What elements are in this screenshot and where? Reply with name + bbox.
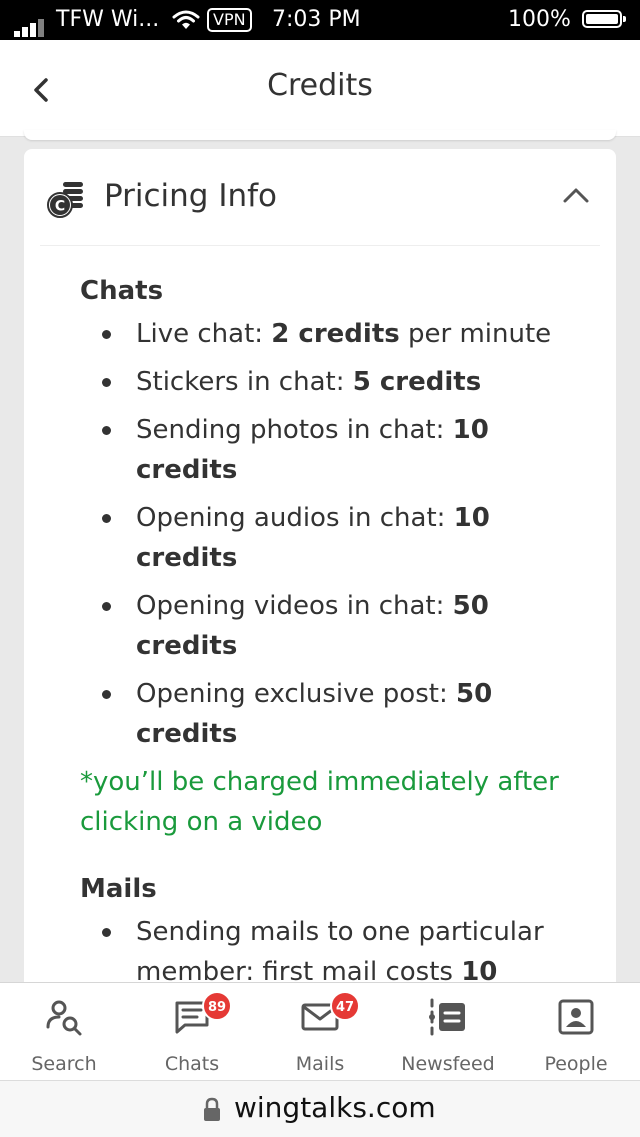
vpn-badge: VPN bbox=[207, 8, 252, 32]
tab-search[interactable]: Search bbox=[0, 983, 128, 1081]
tab-newsfeed[interactable]: Newsfeed bbox=[384, 983, 512, 1081]
svg-text:C: C bbox=[55, 199, 65, 215]
video-charge-note: *you’ll be charged immediately after cli… bbox=[80, 767, 559, 837]
list-item: Opening audios in chat: 10 credits bbox=[80, 498, 580, 578]
url-text: wingtalks.com bbox=[234, 1091, 436, 1124]
chevron-up-icon[interactable] bbox=[562, 185, 590, 205]
tab-label: People bbox=[544, 1053, 608, 1075]
newsfeed-icon bbox=[429, 998, 465, 1036]
tab-label: Newsfeed bbox=[401, 1053, 495, 1075]
battery-icon bbox=[582, 10, 626, 28]
pricing-info-header[interactable]: C Pricing Info bbox=[40, 149, 600, 246]
list-item: Opening videos in chat: 50 credits bbox=[80, 586, 580, 666]
tab-chats[interactable]: 89 Chats bbox=[128, 983, 256, 1081]
list-item: Live chat: 2 credits per minute bbox=[80, 314, 580, 354]
mails-section-title: Mails bbox=[80, 874, 157, 904]
card-title: Pricing Info bbox=[104, 178, 278, 214]
mails-badge: 47 bbox=[330, 991, 360, 1021]
previous-card bbox=[24, 130, 616, 140]
list-item: Stickers in chat: 5 credits bbox=[80, 362, 580, 402]
chats-section-title: Chats bbox=[80, 276, 164, 306]
status-bar: TFW Wi... VPN 7:03 PM 100% bbox=[0, 0, 640, 40]
tab-mails[interactable]: 47 Mails bbox=[256, 983, 384, 1081]
app-header: Credits bbox=[0, 40, 640, 137]
mails-price-list: Sending mails to one particular member: … bbox=[80, 912, 580, 992]
list-item: Sending mails to one particular member: … bbox=[80, 912, 580, 992]
bottom-tab-bar: Search 89 Chats 47 Mails Newsfeed People bbox=[0, 982, 640, 1081]
people-icon bbox=[558, 999, 594, 1035]
carrier-name: TFW Wi... bbox=[56, 7, 160, 32]
tab-label: Mails bbox=[295, 1053, 345, 1075]
pricing-info-card: C Pricing Info Chats Live chat: 2 credit… bbox=[24, 149, 616, 1049]
tab-label: Chats bbox=[164, 1053, 220, 1075]
browser-url-bar[interactable]: wingtalks.com bbox=[0, 1080, 640, 1137]
pricing-content: Chats Live chat: 2 credits per minute St… bbox=[80, 274, 580, 1000]
tab-people[interactable]: People bbox=[512, 983, 640, 1081]
chats-badge: 89 bbox=[202, 991, 232, 1021]
wifi-icon bbox=[172, 10, 200, 29]
search-people-icon bbox=[46, 1000, 82, 1036]
battery-percent: 100% bbox=[508, 7, 571, 32]
signal-icon bbox=[14, 12, 46, 37]
list-item: Sending photos in chat: 10 credits bbox=[80, 410, 580, 490]
status-time: 7:03 PM bbox=[272, 7, 361, 32]
list-item: Opening exclusive post: 50 credits bbox=[80, 674, 580, 754]
coins-icon: C bbox=[47, 182, 83, 218]
chats-price-list: Live chat: 2 credits per minute Stickers… bbox=[80, 314, 580, 754]
page-title: Credits bbox=[267, 68, 373, 103]
tab-label: Search bbox=[31, 1053, 97, 1075]
lock-icon bbox=[204, 1097, 220, 1121]
